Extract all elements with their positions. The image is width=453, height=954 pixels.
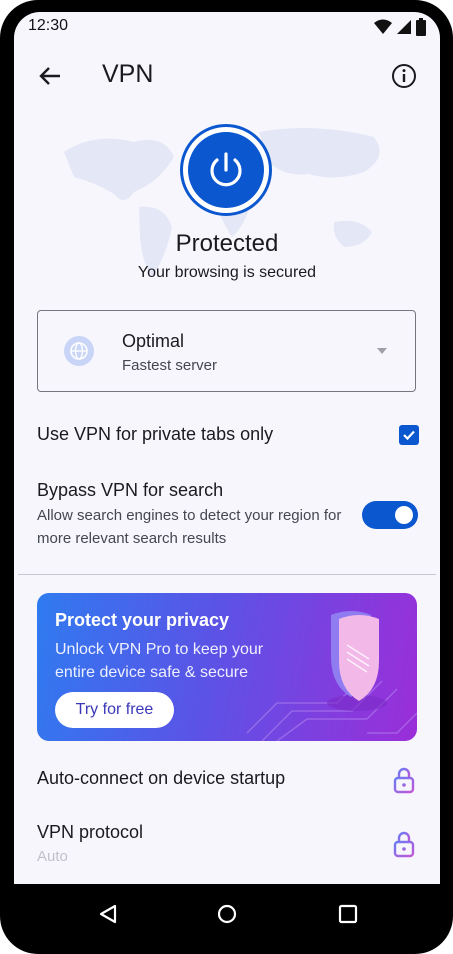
- system-nav-bar: [0, 884, 453, 954]
- arrow-back-icon[interactable]: [36, 62, 64, 90]
- phone-frame: 12:30 VPN Protected Your browsing is sec…: [0, 0, 453, 954]
- dropdown-caret-icon: [377, 348, 387, 354]
- shield-icon: [327, 611, 387, 711]
- globe-icon: [64, 336, 94, 366]
- server-selector[interactable]: Optimal Fastest server: [37, 310, 416, 392]
- battery-icon: [416, 18, 426, 36]
- lock-icon[interactable]: [392, 766, 416, 794]
- vpn-screen: 12:30 VPN Protected Your browsing is sec…: [14, 12, 440, 884]
- nav-home-icon[interactable]: [215, 902, 239, 926]
- divider: [18, 574, 436, 575]
- try-for-free-button[interactable]: Try for free: [55, 692, 174, 728]
- vpn-status-subtitle: Your browsing is secured: [137, 264, 317, 281]
- power-button-fill: [188, 132, 264, 208]
- bypass-search-toggle[interactable]: [362, 501, 418, 529]
- bypass-search-description: Allow search engines to detect your regi…: [37, 507, 342, 547]
- app-bar: VPN: [14, 52, 440, 100]
- nav-recents-icon[interactable]: [336, 902, 360, 926]
- vpn-pro-promo-card: Protect your privacy Unlock VPN Pro to k…: [37, 593, 417, 741]
- page-title: VPN: [102, 60, 154, 88]
- private-tabs-label: Use VPN for private tabs only: [37, 424, 274, 444]
- vpn-protocol-label: VPN protocol: [37, 822, 144, 842]
- bypass-search-title: Bypass VPN for search: [37, 480, 224, 500]
- check-icon: [403, 430, 415, 441]
- vpn-protocol-value: Auto: [37, 848, 68, 865]
- promo-title: Protect your privacy: [55, 610, 230, 630]
- status-time: 12:30: [28, 17, 69, 34]
- lock-icon[interactable]: [392, 830, 416, 858]
- promo-body: Unlock VPN Pro to keep your entire devic…: [55, 641, 264, 681]
- status-bar: 12:30: [14, 12, 440, 44]
- info-icon[interactable]: [390, 62, 418, 90]
- signal-icon: [397, 20, 411, 34]
- server-description: Fastest server: [122, 357, 218, 374]
- vpn-status-hero: Protected Your browsing is secured: [14, 112, 440, 292]
- server-name: Optimal: [122, 331, 185, 351]
- private-tabs-checkbox[interactable]: [399, 425, 419, 445]
- nav-back-icon[interactable]: [96, 902, 120, 926]
- vpn-status-title: Protected: [175, 230, 279, 257]
- auto-connect-label: Auto-connect on device startup: [37, 768, 286, 788]
- status-icons: [374, 18, 426, 36]
- power-icon: [210, 152, 242, 187]
- power-button[interactable]: [180, 124, 272, 216]
- wifi-icon: [374, 19, 392, 34]
- toggle-knob: [395, 506, 413, 524]
